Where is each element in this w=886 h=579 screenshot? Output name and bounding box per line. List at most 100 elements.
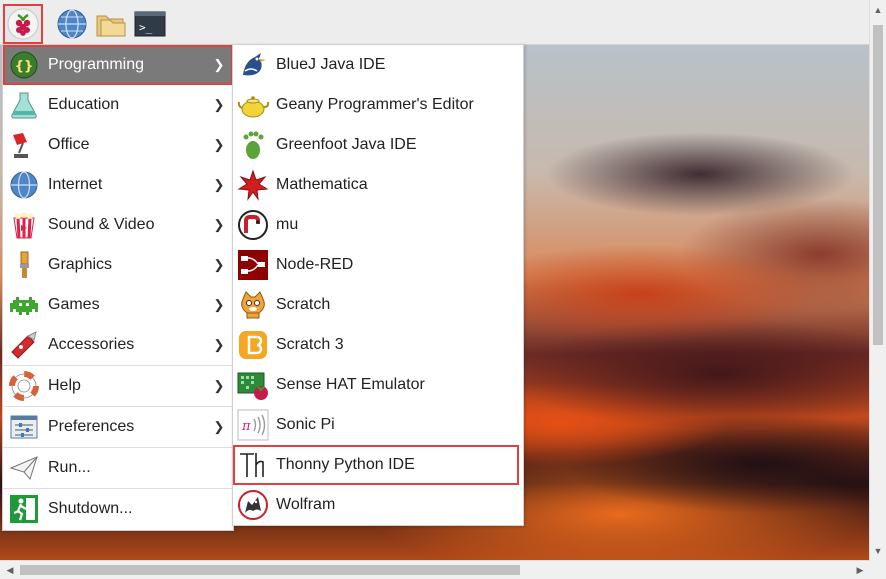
- submenu-label: Sonic Pi: [276, 416, 335, 433]
- menu-label: Help: [48, 377, 81, 394]
- mu-editor-icon: [237, 209, 269, 241]
- menu-item-accessories[interactable]: Accessories ❯: [3, 325, 233, 365]
- chevron-right-icon: ❯: [213, 297, 225, 312]
- chevron-right-icon: ❯: [213, 137, 225, 152]
- submenu-item-mathematica[interactable]: Mathematica: [233, 165, 523, 205]
- office-lamp-icon: [9, 130, 39, 160]
- scratch3-icon: [237, 329, 269, 361]
- menu-item-games[interactable]: Games ❯: [3, 285, 233, 325]
- menu-item-education[interactable]: Education ❯: [3, 85, 233, 125]
- swiss-knife-icon: [9, 330, 39, 360]
- education-flask-icon: [9, 90, 39, 120]
- scroll-down-icon[interactable]: ▼: [870, 543, 886, 559]
- popcorn-icon: [9, 210, 39, 240]
- menu-label: Office: [48, 136, 90, 153]
- submenu-label: Scratch 3: [276, 336, 344, 353]
- menu-item-office[interactable]: Office ❯: [3, 125, 233, 165]
- submenu-item-node-red[interactable]: Node-RED: [233, 245, 523, 285]
- programming-submenu: BlueJ Java IDE Geany Programmer's Editor…: [232, 44, 524, 526]
- file-manager-icon[interactable]: [95, 8, 127, 40]
- terminal-icon[interactable]: >_: [134, 8, 166, 40]
- scroll-right-icon[interactable]: ▶: [852, 561, 868, 579]
- chevron-right-icon: ❯: [213, 378, 225, 393]
- submenu-item-mu[interactable]: mu: [233, 205, 523, 245]
- paintbrush-icon: [9, 250, 39, 280]
- scrollbar-corner: [870, 561, 886, 579]
- submenu-label: mu: [276, 216, 299, 233]
- submenu-item-scratch[interactable]: Scratch: [233, 285, 523, 325]
- scroll-up-icon[interactable]: ▲: [870, 2, 886, 18]
- scratch-cat-icon: [237, 289, 269, 321]
- submenu-label: BlueJ Java IDE: [276, 56, 386, 73]
- submenu-label: Mathematica: [276, 176, 368, 193]
- paper-plane-icon: [9, 453, 39, 483]
- menu-item-sound-video[interactable]: Sound & Video ❯: [3, 205, 233, 245]
- bluej-bird-icon: [237, 49, 269, 81]
- vertical-scroll-thumb[interactable]: [873, 25, 883, 345]
- chevron-right-icon: ❯: [213, 177, 225, 192]
- menu-item-preferences[interactable]: Preferences ❯: [3, 407, 233, 447]
- menu-item-graphics[interactable]: Graphics ❯: [3, 245, 233, 285]
- submenu-item-thonny[interactable]: Thonny Python IDE: [233, 445, 519, 485]
- menu-item-programming[interactable]: {} Programming ❯: [3, 45, 233, 85]
- menu-label: Preferences: [48, 418, 135, 435]
- exit-running-man-icon: [9, 494, 39, 524]
- raspberry-pi-menu-icon[interactable]: [3, 4, 43, 44]
- preferences-sliders-icon: [9, 412, 39, 442]
- submenu-item-scratch-3[interactable]: Scratch 3: [233, 325, 523, 365]
- menu-item-run[interactable]: Run...: [3, 448, 233, 488]
- chevron-right-icon: ❯: [213, 57, 225, 72]
- chevron-right-icon: ❯: [213, 97, 225, 112]
- scroll-left-icon[interactable]: ◀: [2, 561, 18, 579]
- submenu-label: Thonny Python IDE: [276, 456, 415, 473]
- programming-icon: {}: [9, 50, 39, 80]
- menu-label: Programming: [48, 56, 145, 73]
- menu-item-help[interactable]: Help ❯: [3, 366, 233, 406]
- horizontal-scroll-thumb[interactable]: [20, 565, 520, 575]
- globe-icon: [9, 170, 39, 200]
- submenu-label: Geany Programmer's Editor: [276, 96, 474, 113]
- chevron-right-icon: ❯: [213, 337, 225, 352]
- chevron-right-icon: ❯: [213, 419, 225, 434]
- wolfram-wolf-icon: [237, 489, 269, 521]
- horizontal-scrollbar[interactable]: ◀ ▶: [0, 560, 870, 579]
- submenu-item-wolfram[interactable]: Wolfram: [233, 485, 523, 525]
- sense-hat-icon: [237, 369, 269, 401]
- menu-label: Accessories: [48, 336, 135, 353]
- svg-text:π: π: [241, 419, 251, 434]
- thonny-icon: [237, 449, 269, 481]
- menu-label: Sound & Video: [48, 216, 155, 233]
- lifebuoy-icon: [9, 371, 39, 401]
- submenu-label: Wolfram: [276, 496, 336, 513]
- geany-teapot-icon: [237, 89, 269, 121]
- sonic-pi-icon: π: [237, 409, 269, 441]
- node-red-icon: [237, 249, 269, 281]
- taskbar: >_: [0, 0, 870, 45]
- menu-item-internet[interactable]: Internet ❯: [3, 165, 233, 205]
- menu-label: Education: [48, 96, 120, 113]
- submenu-item-sonic-pi[interactable]: π Sonic Pi: [233, 405, 523, 445]
- chevron-right-icon: ❯: [213, 257, 225, 272]
- chevron-right-icon: ❯: [213, 217, 225, 232]
- web-browser-icon[interactable]: [56, 8, 88, 40]
- greenfoot-footprint-icon: [237, 129, 269, 161]
- menu-label: Graphics: [48, 256, 113, 273]
- menu-label: Shutdown...: [48, 500, 133, 517]
- submenu-item-sense-hat[interactable]: Sense HAT Emulator: [233, 365, 523, 405]
- submenu-item-greenfoot[interactable]: Greenfoot Java IDE: [233, 125, 523, 165]
- space-invader-icon: [9, 290, 39, 320]
- submenu-item-geany[interactable]: Geany Programmer's Editor: [233, 85, 523, 125]
- menu-label: Run...: [48, 459, 91, 476]
- submenu-label: Node-RED: [276, 256, 354, 273]
- menu-item-shutdown[interactable]: Shutdown...: [3, 489, 233, 529]
- menu-label: Internet: [48, 176, 103, 193]
- vertical-scrollbar[interactable]: ▲ ▼: [869, 0, 886, 561]
- submenu-label: Sense HAT Emulator: [276, 376, 425, 393]
- svg-text:>_: >_: [139, 21, 153, 34]
- main-menu: {} Programming ❯ Education ❯ Office ❯ In…: [2, 44, 234, 531]
- submenu-label: Scratch: [276, 296, 331, 313]
- svg-text:{}: {}: [15, 59, 34, 74]
- menu-label: Games: [48, 296, 100, 313]
- mathematica-star-icon: [237, 169, 269, 201]
- submenu-item-bluej[interactable]: BlueJ Java IDE: [233, 45, 523, 85]
